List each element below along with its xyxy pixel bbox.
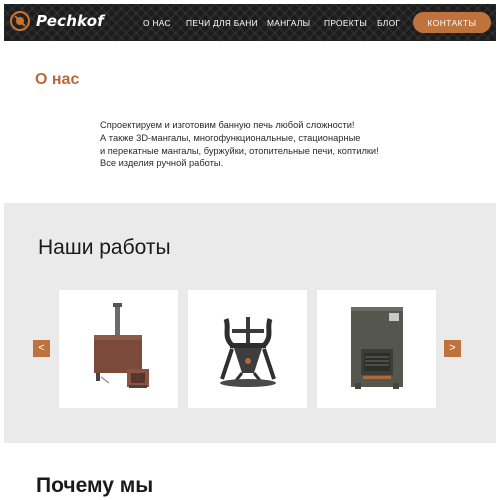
why-title: Почему мы [36,474,154,497]
carousel-next-button[interactable]: > [444,340,461,357]
carousel-prev-button[interactable]: < [33,340,50,357]
heating-stove-image [350,307,403,389]
about-line: и перекатные мангалы, буржуйки, отопител… [100,145,379,156]
logo-text: Pechkof [36,12,105,30]
work-card-heating-stove[interactable] [317,290,436,408]
contacts-button[interactable]: КОНТАКТЫ [413,12,491,33]
sauna-stove-image [93,303,149,388]
about-text: Спроектируем и изготовим банную печь люб… [100,119,430,170]
works-title: Наши работы [38,236,171,259]
nav-item-about[interactable]: О НАС [143,18,171,28]
nav-item-blog[interactable]: БЛОГ [377,18,400,28]
nav-item-sauna-stoves[interactable]: ПЕЧИ ДЛЯ БАНИ [186,18,258,28]
nav-item-grills[interactable]: МАНГАЛЫ [267,18,310,28]
work-card-3d-grill[interactable] [188,290,307,408]
about-line: А также 3D-мангалы, многофункциональные,… [100,132,361,143]
logo-icon [10,11,30,31]
logo[interactable]: Pechkof [10,11,104,31]
about-line: Спроектируем и изготовим банную печь люб… [100,120,355,130]
works-section: Наши работы < > [4,203,496,443]
nav-item-projects[interactable]: ПРОЕКТЫ [324,18,367,28]
3d-grill-image [219,317,276,387]
about-title: О нас [35,71,80,88]
site-header: Pechkof О НАС ПЕЧИ ДЛЯ БАНИ МАНГАЛЫ ПРОЕ… [4,4,496,41]
work-card-sauna-stove[interactable] [59,290,178,408]
about-line: Все изделия ручной работы. [100,158,224,169]
